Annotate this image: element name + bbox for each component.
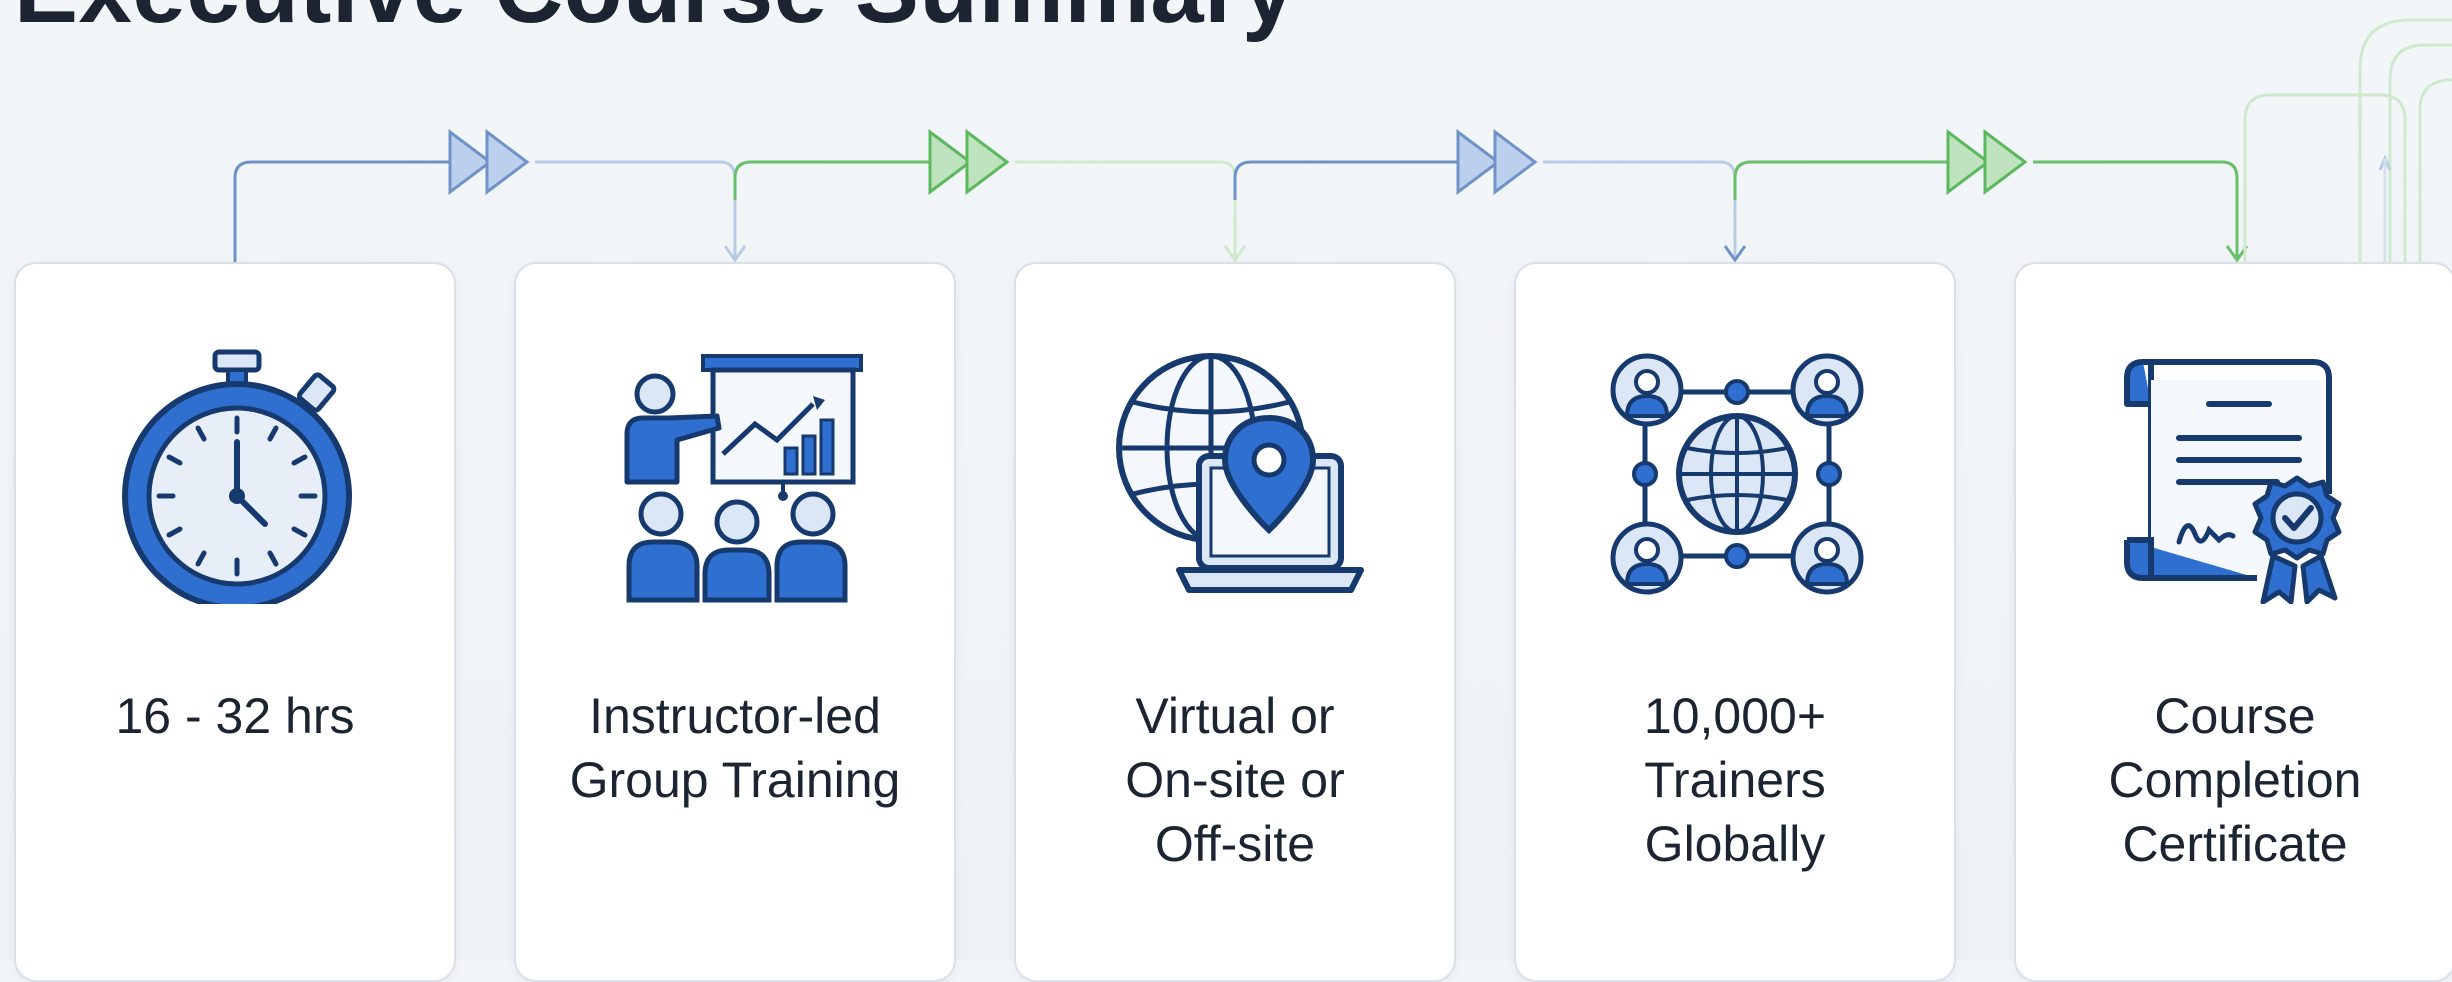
card-label-line: Course [2154, 688, 2316, 744]
card-label: Virtual or On-site or Off-site [1016, 684, 1454, 876]
person-node-bottom-right [1790, 521, 1864, 595]
person-node-top-right [1790, 353, 1864, 427]
summary-card-duration: 16 - 32 hrs [14, 262, 456, 982]
card-label-line: Instructor-led [589, 688, 881, 744]
summary-card-format: Instructor-led Group Training [514, 262, 956, 982]
connector-2-3 [733, 129, 1247, 263]
person-node-top-left [1610, 353, 1684, 427]
card-label-line: Trainers [1644, 752, 1826, 808]
card-label: Course Completion Certificate [2016, 684, 2452, 876]
card-label-line: Globally [1644, 816, 1826, 872]
return-loop-lines [2243, 18, 2452, 262]
card-label: 10,000+ Trainers Globally [1516, 684, 1954, 876]
card-label-line: Virtual or [1135, 688, 1335, 744]
summary-card-trainers: 10,000+ Trainers Globally [1514, 262, 1956, 982]
summary-card-certificate: Course Completion Certificate [2014, 262, 2452, 982]
connector-4-5 [1733, 129, 2249, 263]
card-label: 16 - 32 hrs [16, 684, 454, 748]
card-label-line: Group Training [569, 752, 901, 808]
card-label: Instructor-led Group Training [516, 684, 954, 812]
globe-laptop-location-icon [1116, 353, 1364, 593]
card-label-line: 16 - 32 hrs [115, 688, 355, 744]
card-label-line: On-site or [1125, 752, 1345, 808]
card-label-line: Off-site [1154, 816, 1316, 872]
connector-3-4 [1233, 129, 1747, 263]
card-label-line: 10,000+ [1643, 688, 1827, 744]
person-node-bottom-left [1610, 521, 1684, 595]
stopwatch-icon [122, 349, 352, 604]
card-label-line: Certificate [2122, 816, 2348, 872]
connector-1-2 [233, 129, 747, 263]
card-label-line: Completion [2108, 752, 2362, 808]
global-network-people-icon [1610, 353, 1864, 595]
summary-card-location: Virtual or On-site or Off-site [1014, 262, 1456, 982]
presenter-group-icon [624, 354, 863, 603]
certificate-ribbon-icon [2124, 359, 2342, 604]
